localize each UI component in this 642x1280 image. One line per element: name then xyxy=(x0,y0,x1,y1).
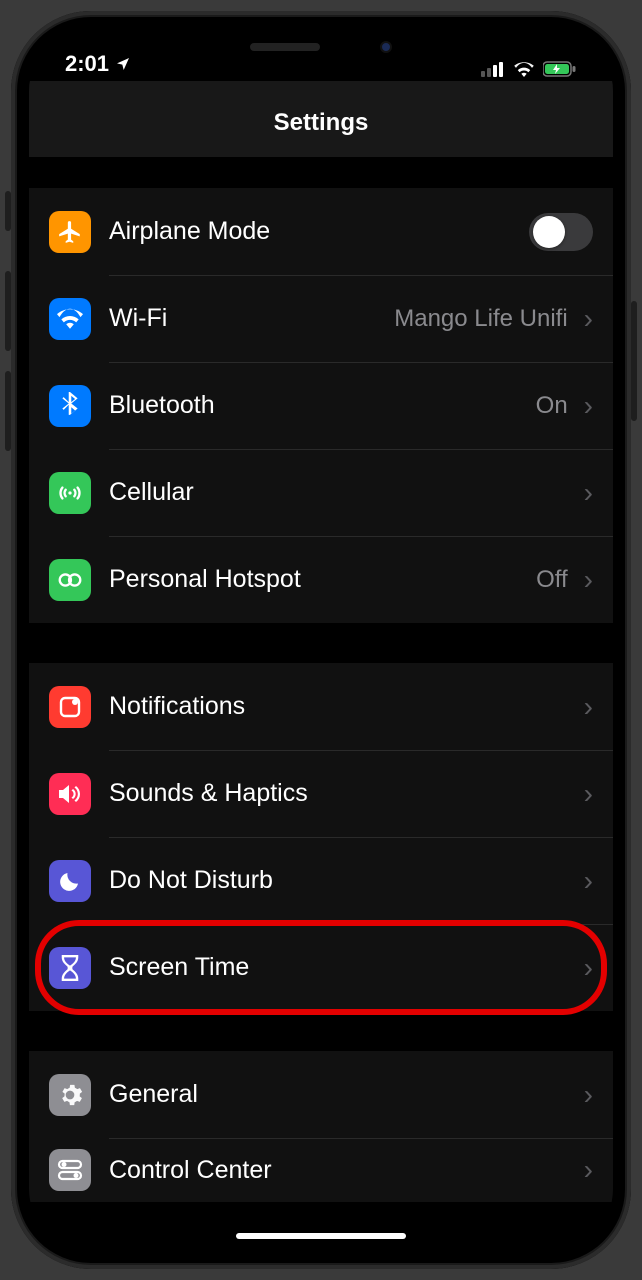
row-detail: Off xyxy=(536,566,568,594)
hotspot-icon xyxy=(49,559,91,601)
general-icon xyxy=(49,1074,91,1116)
row-label: Do Not Disturb xyxy=(109,866,578,895)
sounds-icon xyxy=(49,773,91,815)
page-title: Settings xyxy=(274,109,369,136)
chevron-right-icon: › xyxy=(584,390,593,422)
row-detail: On xyxy=(536,392,568,420)
chevron-right-icon: › xyxy=(584,564,593,596)
notifications-icon xyxy=(49,686,91,728)
row-screen-time[interactable]: Screen Time › xyxy=(29,924,613,1011)
chevron-right-icon: › xyxy=(584,778,593,810)
row-airplane-mode[interactable]: Airplane Mode xyxy=(29,188,613,275)
notch xyxy=(191,29,451,65)
row-control-center[interactable]: Control Center › xyxy=(29,1138,613,1202)
row-bluetooth[interactable]: Bluetooth On › xyxy=(29,362,613,449)
bluetooth-icon xyxy=(49,385,91,427)
row-cellular[interactable]: Cellular › xyxy=(29,449,613,536)
chevron-right-icon: › xyxy=(584,303,593,335)
settings-group-connectivity: Airplane Mode Wi-Fi Mango Life Unifi › B… xyxy=(29,188,613,623)
status-right xyxy=(481,61,577,77)
battery-icon xyxy=(543,61,577,77)
nav-header: Settings xyxy=(29,81,613,158)
row-label: Wi-Fi xyxy=(109,304,394,333)
status-left: 2:01 xyxy=(65,51,131,77)
row-label: Cellular xyxy=(109,478,578,507)
row-label: Bluetooth xyxy=(109,391,536,420)
row-label: General xyxy=(109,1080,578,1109)
airplane-icon xyxy=(49,211,91,253)
volume-up-button[interactable] xyxy=(5,271,11,351)
chevron-right-icon: › xyxy=(584,1079,593,1111)
dnd-icon xyxy=(49,860,91,902)
chevron-right-icon: › xyxy=(584,952,593,984)
power-button[interactable] xyxy=(631,301,637,421)
settings-list[interactable]: Airplane Mode Wi-Fi Mango Life Unifi › B… xyxy=(29,158,613,1251)
chevron-right-icon: › xyxy=(584,865,593,897)
row-detail: Mango Life Unifi xyxy=(394,305,567,333)
row-general[interactable]: General › xyxy=(29,1051,613,1138)
row-personal-hotspot[interactable]: Personal Hotspot Off › xyxy=(29,536,613,623)
chevron-right-icon: › xyxy=(584,1154,593,1186)
settings-group-notifications: Notifications › Sounds & Haptics › Do No… xyxy=(29,663,613,1011)
screen-time-icon xyxy=(49,947,91,989)
row-label: Notifications xyxy=(109,692,578,721)
silence-switch[interactable] xyxy=(5,191,11,231)
row-label: Sounds & Haptics xyxy=(109,779,578,808)
airplane-toggle[interactable] xyxy=(529,213,593,251)
wifi-icon xyxy=(49,298,91,340)
speaker-grille xyxy=(250,43,320,51)
wifi-status-icon xyxy=(513,61,535,77)
row-label: Airplane Mode xyxy=(109,217,529,246)
row-do-not-disturb[interactable]: Do Not Disturb › xyxy=(29,837,613,924)
row-notifications[interactable]: Notifications › xyxy=(29,663,613,750)
chevron-right-icon: › xyxy=(584,477,593,509)
front-camera xyxy=(380,41,392,53)
toggle-knob xyxy=(533,216,565,248)
volume-down-button[interactable] xyxy=(5,371,11,451)
row-sounds-haptics[interactable]: Sounds & Haptics › xyxy=(29,750,613,837)
cellular-icon xyxy=(49,472,91,514)
chevron-right-icon: › xyxy=(584,691,593,723)
cellular-signal-icon xyxy=(481,61,505,77)
home-indicator[interactable] xyxy=(236,1233,406,1239)
settings-group-general: General › Control Center › xyxy=(29,1051,613,1202)
row-label: Screen Time xyxy=(109,953,578,982)
control-center-icon xyxy=(49,1149,91,1191)
row-label: Control Center xyxy=(109,1156,578,1185)
row-label: Personal Hotspot xyxy=(109,565,536,594)
location-icon xyxy=(115,56,131,72)
screen: 2:01 xyxy=(29,29,613,1251)
status-time: 2:01 xyxy=(65,51,109,77)
phone-frame: 2:01 xyxy=(11,11,631,1269)
row-wifi[interactable]: Wi-Fi Mango Life Unifi › xyxy=(29,275,613,362)
